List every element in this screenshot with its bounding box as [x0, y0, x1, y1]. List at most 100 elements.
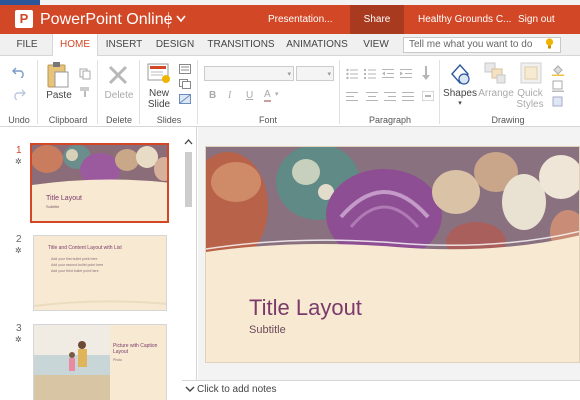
align-text-icon[interactable]: [421, 90, 435, 104]
tab-file[interactable]: FILE: [8, 34, 46, 56]
organization-name[interactable]: Healthy Grounds C...: [418, 14, 511, 25]
align-center-icon[interactable]: [366, 92, 378, 104]
undo-icon[interactable]: [12, 66, 26, 81]
main-slide-canvas[interactable]: Title Layout Subtitle: [205, 146, 580, 363]
transition-star-icon: ✲: [15, 157, 22, 166]
beach-photo: [34, 325, 110, 400]
numbering-icon[interactable]: [364, 68, 376, 82]
font-family-dropdown[interactable]: ▾: [204, 66, 294, 81]
increase-indent-icon[interactable]: [400, 68, 412, 82]
group-label-paragraph: Paragraph: [368, 115, 412, 125]
tab-transitions[interactable]: TRANSITIONS: [206, 34, 276, 56]
slide-thumbnails-pane: 1 ✲ Title Layout Subtitle 2 ✲ Title and …: [0, 127, 197, 400]
tab-insert[interactable]: INSERT: [102, 34, 146, 56]
title-separator: [168, 12, 169, 28]
slide-thumbnail-3[interactable]: Picture with Caption Layout Photo: [33, 324, 167, 400]
tell-me-search-input[interactable]: Tell me what you want to do: [403, 37, 561, 53]
thumbnail-title: Picture with Caption Layout: [113, 343, 158, 355]
shape-fill-icon[interactable]: [552, 64, 564, 79]
chevron-down-icon[interactable]: [185, 384, 195, 396]
document-title[interactable]: Presentation...: [268, 14, 332, 25]
tab-animations[interactable]: ANIMATIONS: [284, 34, 350, 56]
quick-styles-button[interactable]: Quick Styles: [514, 88, 546, 110]
shape-outline-icon[interactable]: [552, 80, 564, 95]
notes-placeholder: Click to add notes: [197, 384, 277, 395]
font-size-dropdown[interactable]: ▾: [296, 66, 334, 81]
scroll-up-arrow-icon[interactable]: [183, 137, 194, 147]
quick-styles-icon[interactable]: [520, 62, 542, 87]
duplicate-slide-icon[interactable]: [179, 79, 191, 92]
scrollbar-thumb[interactable]: [185, 152, 192, 207]
bullets-icon[interactable]: [346, 68, 358, 82]
arrange-icon[interactable]: [484, 62, 506, 87]
powerpoint-logo-icon[interactable]: P: [15, 10, 33, 28]
italic-button[interactable]: I: [228, 90, 231, 101]
share-button[interactable]: Share: [350, 5, 404, 34]
app-name[interactable]: PowerPoint Online: [40, 11, 173, 29]
shapes-icon[interactable]: [448, 62, 472, 89]
paste-icon[interactable]: [46, 61, 70, 92]
new-slide-icon[interactable]: [147, 61, 171, 88]
notes-pane[interactable]: Click to add notes: [182, 380, 580, 400]
group-label-undo: Undo: [8, 115, 30, 125]
new-slide-label-line1: New: [148, 88, 169, 99]
decrease-indent-icon[interactable]: [382, 68, 394, 82]
group-label-delete: Delete: [105, 115, 132, 125]
seashell-header-image: [206, 147, 579, 272]
font-color-button[interactable]: A: [264, 89, 271, 102]
text-direction-icon[interactable]: [420, 66, 432, 83]
font-color-dropdown-arrow-icon[interactable]: ▾: [275, 90, 279, 98]
slide-thumbnail-1[interactable]: Title Layout Subtitle: [30, 143, 169, 223]
slide-subtitle[interactable]: Subtitle: [249, 324, 286, 336]
lightbulb-icon[interactable]: [545, 38, 554, 49]
layout-icon[interactable]: [179, 64, 191, 77]
group-label-slides: Slides: [156, 115, 182, 125]
chevron-down-icon[interactable]: [175, 9, 187, 32]
seashell-photo: [32, 145, 167, 193]
ribbon: Undo Paste Clipboard Delete Delete New S…: [0, 56, 580, 127]
justify-icon[interactable]: [402, 92, 414, 104]
shape-effects-icon[interactable]: [552, 96, 564, 111]
thumbnail-caption: Photo: [113, 358, 123, 362]
shapes-dropdown-arrow-icon[interactable]: ▾: [455, 98, 465, 109]
transition-star-icon: ✲: [15, 246, 22, 255]
hide-slide-icon[interactable]: [179, 94, 191, 107]
align-left-icon[interactable]: [346, 92, 358, 104]
thumbnail-scrollbar[interactable]: [183, 137, 194, 397]
arrange-button[interactable]: Arrange: [478, 88, 514, 99]
group-divider: [37, 60, 38, 124]
tab-design[interactable]: DESIGN: [152, 34, 198, 56]
group-divider: [139, 60, 140, 124]
group-divider: [439, 60, 440, 124]
group-divider: [339, 60, 340, 124]
ribbon-tabs: FILE HOME INSERT DESIGN TRANSITIONS ANIM…: [0, 34, 580, 57]
slide-number: 3: [16, 323, 22, 334]
slide-thumbnail-2[interactable]: Title and Content Layout with List Add y…: [33, 235, 167, 311]
slide-number: 2: [16, 234, 22, 245]
bold-button[interactable]: B: [209, 90, 216, 101]
redo-icon[interactable]: [12, 88, 26, 103]
copy-icon[interactable]: [79, 68, 91, 83]
align-right-icon[interactable]: [384, 92, 396, 104]
slide-number: 1: [16, 145, 22, 156]
thumbnail-bullet: Add your second bullet point here: [51, 263, 104, 267]
thumbnail-bullet: Add your third bullet point here: [51, 269, 99, 273]
format-painter-icon[interactable]: [79, 86, 91, 101]
tab-view[interactable]: VIEW: [358, 34, 394, 56]
title-bar: P PowerPoint Online Presentation... Shar…: [0, 5, 580, 34]
quick-styles-label-line1: Quick: [517, 88, 543, 99]
new-slide-button[interactable]: New Slide: [143, 88, 175, 110]
group-label-clipboard: Clipboard: [48, 115, 88, 125]
paste-button[interactable]: Paste: [44, 90, 74, 101]
group-label-drawing: Drawing: [491, 115, 525, 125]
underline-button[interactable]: U: [246, 90, 253, 101]
delete-icon[interactable]: [107, 64, 129, 89]
group-label-font: Font: [258, 115, 277, 125]
sign-out-link[interactable]: Sign out: [518, 14, 555, 25]
tab-home[interactable]: HOME: [52, 34, 98, 57]
group-divider: [197, 60, 198, 124]
slide-title[interactable]: Title Layout: [249, 295, 362, 321]
thumbnail-wave: [34, 300, 166, 307]
thumbnail-title: Title Layout: [46, 195, 82, 202]
delete-button[interactable]: Delete: [102, 90, 136, 101]
